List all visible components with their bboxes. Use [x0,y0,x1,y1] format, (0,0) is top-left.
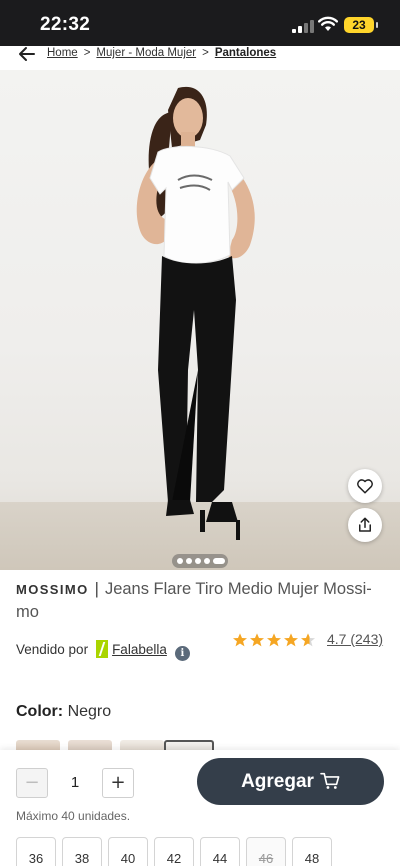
cart-icon [320,772,340,789]
color-selector: Color: Negro [16,703,111,721]
breadcrumb-mujer[interactable]: Mujer - Moda Mujer [96,47,196,59]
size-option[interactable]: 36 [16,837,56,866]
star-icon [250,633,264,647]
image-carousel-dots[interactable] [172,554,228,568]
color-label: Color: [16,703,64,720]
size-option[interactable]: 48 [292,837,332,866]
star-icon [267,633,281,647]
seller-name[interactable]: Falabella [112,642,167,657]
breadcrumb: Home > Mujer - Moda Mujer > Pantalones [0,46,400,68]
breadcrumb-separator: > [83,47,91,59]
max-units-note: Máximo 40 unidades. [16,809,131,823]
size-option[interactable]: 44 [200,837,240,866]
brand-name[interactable]: MOSSIMO [16,582,89,597]
star-icon [284,633,298,647]
share-icon [359,517,371,532]
model-photo [136,86,255,540]
rating-count[interactable]: 4.7 (243) [327,631,383,647]
quantity-decrease-button[interactable]: − [16,768,48,798]
signal-icon [292,19,314,33]
size-option[interactable]: 38 [62,837,102,866]
size-option[interactable]: 42 [154,837,194,866]
quantity-increase-button[interactable]: + [102,768,134,798]
size-option-unavailable[interactable]: 46 [246,837,286,866]
carousel-dot-active[interactable] [213,558,225,564]
carousel-dot[interactable] [204,558,210,564]
heart-icon [357,479,373,494]
info-icon[interactable]: i [174,646,190,661]
color-value: Negro [67,703,112,720]
seller-info: Vendido por Falabella i [16,640,190,661]
title-separator: | [94,580,99,598]
carousel-dot[interactable] [195,558,201,564]
breadcrumb-home[interactable]: Home [47,47,78,59]
star-icon [233,633,247,647]
breadcrumb-pantalones[interactable]: Pantalones [215,47,276,59]
carousel-dot[interactable] [186,558,192,564]
product-title-row: MOSSIMO | Jeans Flare Tiro Medio Mujer Mos… [16,578,386,623]
status-time: 22:32 [40,14,91,35]
back-arrow-icon[interactable] [18,46,36,62]
status-bar: 22:32 23 [0,0,400,46]
add-to-cart-label: Agregar [241,771,314,792]
carousel-dot[interactable] [177,558,183,564]
star-half-icon [301,633,315,647]
size-option[interactable]: 40 [108,837,148,866]
falabella-logo-icon [96,640,109,658]
product-image[interactable] [0,70,400,570]
quantity-value[interactable]: 1 [50,768,100,798]
share-button[interactable] [348,508,382,542]
battery-indicator: 23 [344,17,378,33]
seller-prefix: Vendido por [16,642,89,657]
breadcrumb-separator: > [202,47,209,59]
wifi-icon [318,16,338,31]
favorite-button[interactable] [348,469,382,503]
add-to-cart-button[interactable]: Agregar [197,758,384,805]
